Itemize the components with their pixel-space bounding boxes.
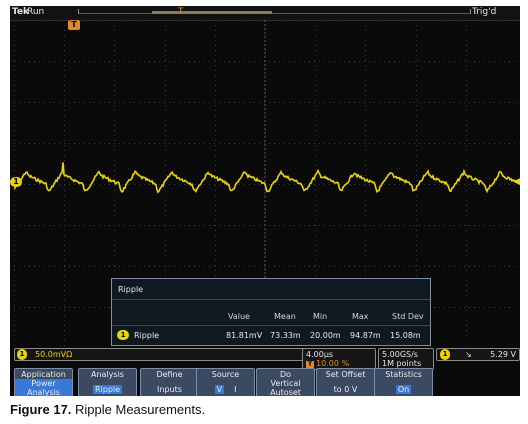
col-header-max: Max bbox=[352, 312, 369, 321]
menu-label: Set Offset bbox=[325, 370, 366, 379]
ch1-badge: 1 bbox=[117, 330, 129, 340]
trigger-slope-icon: ↘ bbox=[465, 350, 472, 359]
col-header-min: Min bbox=[313, 312, 328, 321]
record-length: 1M points bbox=[382, 359, 422, 368]
ch1-scale: 50.0mVΩ bbox=[35, 350, 73, 359]
menu-label: Application bbox=[21, 370, 66, 379]
status-row: 1 50.0mVΩ 4.00µs T 10.00 % 5.00GS/s 1M po… bbox=[10, 346, 520, 370]
cell-min: 20.00m bbox=[310, 331, 341, 340]
acquisition-readout[interactable]: 5.00GS/s 1M points bbox=[378, 348, 434, 370]
menu-label: Vertical bbox=[270, 379, 301, 388]
trigger-level-marker[interactable]: ◀ bbox=[513, 177, 520, 187]
trigger-readout[interactable]: 1 ↘ 5.29 V bbox=[436, 348, 520, 361]
top-status-bar: Tek Run T Trig'd bbox=[10, 6, 520, 21]
timebase-readout[interactable]: 4.00µs T 10.00 % bbox=[302, 348, 376, 370]
cell-max: 94.87m bbox=[350, 331, 381, 340]
menu-label: Inputs bbox=[157, 385, 182, 394]
divider bbox=[112, 299, 430, 300]
record-view-window[interactable] bbox=[152, 11, 272, 14]
ch1-scale-readout[interactable]: 1 50.0mVΩ bbox=[14, 348, 304, 361]
cell-mean: 73.33m bbox=[270, 331, 301, 340]
cell-value: 81.81mV bbox=[226, 331, 263, 340]
trigger-level: 5.29 V bbox=[490, 350, 516, 359]
trigger-position-value: 10.00 % bbox=[316, 359, 350, 368]
record-tick bbox=[470, 9, 471, 14]
menu-application-button[interactable]: Application Power Analysis bbox=[14, 368, 73, 396]
menu-vertical-autoset-button[interactable]: Do Vertical Autoset bbox=[256, 368, 315, 396]
menu-label: Autoset bbox=[270, 388, 301, 396]
trigger-position-marker: T bbox=[178, 7, 184, 17]
col-header-value: Value bbox=[228, 312, 250, 321]
timebase: 4.00µs bbox=[306, 350, 334, 359]
menu-set-offset-button[interactable]: Set Offset to 0 V bbox=[316, 368, 375, 396]
figure-label: Figure 17. bbox=[10, 402, 72, 417]
menu-value: On bbox=[395, 385, 412, 394]
cell-stddev: 15.08m bbox=[390, 331, 421, 340]
menu-statistics-button[interactable]: Statistics On bbox=[374, 368, 433, 396]
menu-value: Power Analysis bbox=[15, 379, 72, 396]
trigger-source-badge: 1 bbox=[440, 349, 450, 360]
source-v: V bbox=[214, 385, 225, 394]
ch1-badge: 1 bbox=[17, 349, 27, 360]
col-header-mean: Mean bbox=[274, 312, 296, 321]
menu-label: to 0 V bbox=[333, 385, 358, 394]
bottom-menu: Application Power Analysis Analysis Ripp… bbox=[10, 368, 520, 396]
record-tick bbox=[78, 9, 79, 14]
source-selector: VI bbox=[214, 385, 237, 394]
figure-caption: Figure 17. Ripple Measurements. bbox=[10, 402, 205, 417]
figure-caption-text: Ripple Measurements. bbox=[71, 402, 206, 417]
run-state: Run bbox=[27, 7, 45, 17]
menu-label: Analysis bbox=[91, 370, 124, 379]
ch1-ground-marker[interactable]: 1 bbox=[10, 177, 22, 187]
record-view-line bbox=[78, 13, 470, 14]
menu-value: Ripple bbox=[92, 385, 123, 394]
menu-define-inputs-button[interactable]: Define Inputs bbox=[140, 368, 199, 396]
trigger-state: Trig'd bbox=[472, 7, 497, 17]
menu-analysis-button[interactable]: Analysis Ripple bbox=[78, 368, 137, 396]
menu-label: Do bbox=[279, 370, 292, 379]
source-i: I bbox=[234, 385, 237, 394]
menu-label: Source bbox=[211, 370, 240, 379]
col-header-stddev: Std Dev bbox=[392, 312, 424, 321]
ripple-measurement-panel: Ripple Value Mean Min Max Std Dev 1 Ripp… bbox=[111, 278, 431, 346]
ripple-panel-title: Ripple bbox=[118, 285, 144, 294]
oscilloscope-screen: Tek Run T Trig'd T 1 ◀ Ripple Value Mean… bbox=[10, 6, 520, 396]
menu-label: Define bbox=[156, 370, 183, 379]
menu-source-button[interactable]: Source VI bbox=[196, 368, 255, 396]
sample-rate: 5.00GS/s bbox=[382, 350, 418, 359]
row-name: Ripple bbox=[134, 331, 160, 340]
divider bbox=[112, 325, 430, 326]
menu-label: Statistics bbox=[385, 370, 422, 379]
